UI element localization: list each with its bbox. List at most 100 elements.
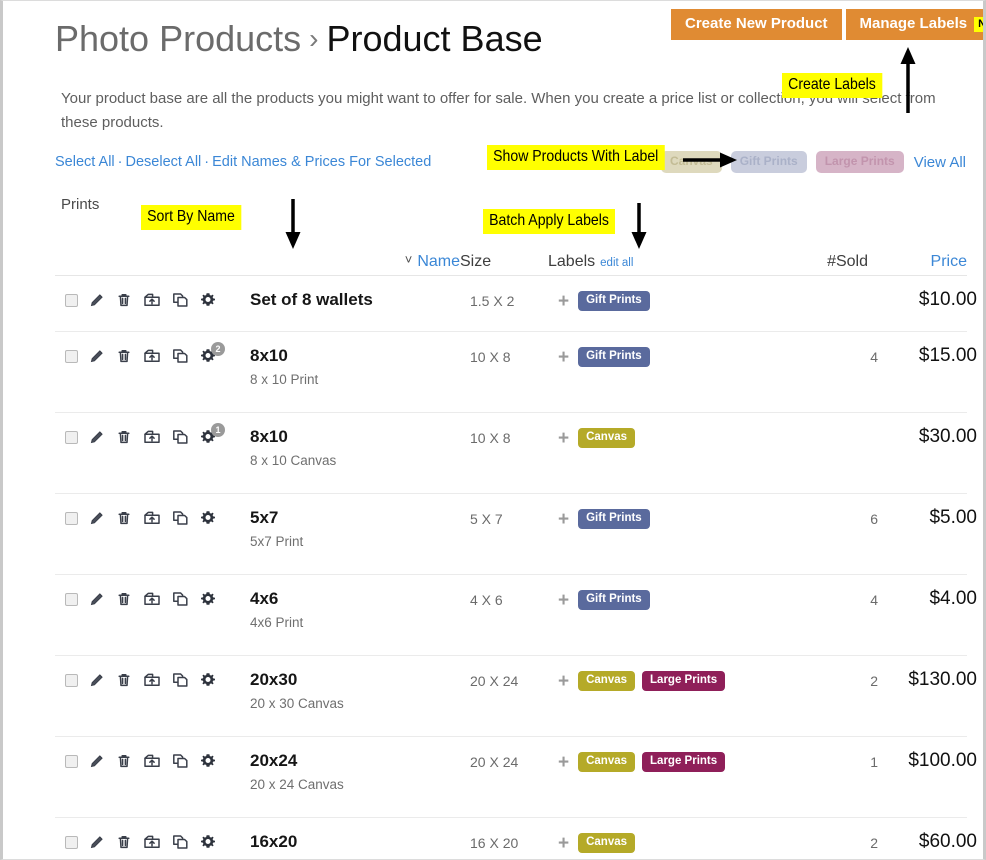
- deselect-all-link[interactable]: Deselect All: [126, 154, 202, 170]
- upload-image-icon[interactable]: [143, 672, 161, 688]
- link-separator-1: ·: [117, 154, 123, 170]
- edit-pencil-icon[interactable]: [89, 292, 105, 308]
- edit-pencil-icon[interactable]: [89, 429, 105, 445]
- upload-image-icon[interactable]: [143, 348, 161, 364]
- row-checkbox[interactable]: [65, 754, 78, 768]
- add-label-icon[interactable]: +: [558, 429, 569, 448]
- filter-chip-large-prints[interactable]: Large Prints: [815, 151, 904, 173]
- settings-gear-icon[interactable]: [200, 834, 216, 850]
- settings-gear-icon[interactable]: [200, 672, 216, 688]
- column-header-name-label: Name: [417, 253, 460, 270]
- create-new-product-button[interactable]: Create New Product: [671, 9, 842, 40]
- label-chip[interactable]: Canvas: [578, 752, 636, 772]
- product-name: 20x24: [250, 751, 298, 770]
- settings-gear-icon[interactable]: 1: [200, 423, 225, 445]
- delete-trash-icon[interactable]: [116, 753, 132, 769]
- row-actions: [55, 670, 250, 688]
- duplicate-copy-icon[interactable]: [172, 591, 189, 607]
- row-checkbox[interactable]: [65, 673, 78, 687]
- row-checkbox[interactable]: [65, 592, 78, 606]
- delete-trash-icon[interactable]: [116, 348, 132, 364]
- row-checkbox[interactable]: [65, 511, 78, 525]
- edit-names-prices-link[interactable]: Edit Names & Prices For Selected: [212, 154, 431, 170]
- column-header-price[interactable]: Price: [868, 253, 967, 271]
- label-chip[interactable]: Gift Prints: [578, 590, 650, 610]
- product-labels-cell: + Canvas: [558, 832, 768, 853]
- label-chip[interactable]: Large Prints: [642, 752, 726, 772]
- product-sold-count: 1: [870, 754, 878, 770]
- duplicate-copy-icon[interactable]: [172, 510, 189, 526]
- duplicate-copy-icon[interactable]: [172, 348, 189, 364]
- column-header-name[interactable]: ˅ Name: [240, 252, 460, 271]
- upload-image-icon[interactable]: [143, 429, 161, 445]
- product-labels-cell: + Gift Prints: [558, 290, 768, 311]
- product-name-cell: 16x2016 x 20 Canvas: [250, 832, 470, 859]
- upload-image-icon[interactable]: [143, 292, 161, 308]
- upload-image-icon[interactable]: [143, 591, 161, 607]
- settings-gear-icon[interactable]: 2: [200, 342, 225, 364]
- row-actions: [55, 751, 250, 769]
- delete-trash-icon[interactable]: [116, 672, 132, 688]
- edit-pencil-icon[interactable]: [89, 753, 105, 769]
- duplicate-copy-icon[interactable]: [172, 672, 189, 688]
- upload-image-icon[interactable]: [143, 834, 161, 850]
- label-chip[interactable]: Gift Prints: [578, 509, 650, 529]
- edit-pencil-icon[interactable]: [89, 510, 105, 526]
- annotation-batch-apply-labels: Batch Apply Labels: [483, 209, 616, 234]
- settings-gear-icon[interactable]: [200, 591, 216, 607]
- settings-gear-icon[interactable]: [200, 510, 216, 526]
- delete-trash-icon[interactable]: [116, 429, 132, 445]
- row-checkbox[interactable]: [65, 349, 78, 363]
- product-price: $5.00: [929, 507, 977, 528]
- label-chip[interactable]: Canvas: [578, 428, 636, 448]
- edit-pencil-icon[interactable]: [89, 591, 105, 607]
- settings-gear-icon[interactable]: [200, 292, 216, 308]
- duplicate-copy-icon[interactable]: [172, 753, 189, 769]
- duplicate-copy-icon[interactable]: [172, 429, 189, 445]
- filter-chip-gift-prints[interactable]: Gift Prints: [730, 151, 807, 173]
- add-label-icon[interactable]: +: [558, 510, 569, 529]
- breadcrumb-parent[interactable]: Photo Products: [55, 18, 301, 59]
- label-chip[interactable]: Gift Prints: [578, 347, 650, 367]
- duplicate-copy-icon[interactable]: [172, 292, 189, 308]
- table-header-row: ˅ Name Size Labels edit all #Sold Price: [55, 229, 967, 276]
- settings-gear-icon[interactable]: [200, 753, 216, 769]
- product-size: 10 X 8: [470, 430, 511, 446]
- product-name: 5x7: [250, 508, 279, 527]
- upload-image-icon[interactable]: [143, 753, 161, 769]
- duplicate-copy-icon[interactable]: [172, 834, 189, 850]
- manage-labels-button[interactable]: Manage Labels NEW: [845, 9, 983, 40]
- add-label-icon[interactable]: +: [558, 348, 569, 367]
- row-checkbox[interactable]: [65, 430, 78, 444]
- label-chip[interactable]: Canvas: [578, 833, 636, 853]
- label-chip[interactable]: Large Prints: [642, 671, 726, 691]
- edit-pencil-icon[interactable]: [89, 348, 105, 364]
- add-label-icon[interactable]: +: [558, 753, 569, 772]
- product-description: 8 x 10 Print: [250, 372, 319, 387]
- product-price: $100.00: [908, 750, 977, 771]
- bulk-action-links: Select All · Deselect All · Edit Names & Pri…: [55, 154, 431, 170]
- row-checkbox[interactable]: [65, 835, 78, 849]
- add-label-icon[interactable]: +: [558, 834, 569, 853]
- delete-trash-icon[interactable]: [116, 292, 132, 308]
- label-chip[interactable]: Canvas: [578, 671, 636, 691]
- product-name-cell: 8x10 8 x 10 Print: [250, 346, 470, 388]
- view-all-link[interactable]: View All: [914, 154, 966, 171]
- edit-pencil-icon[interactable]: [89, 834, 105, 850]
- delete-trash-icon[interactable]: [116, 834, 132, 850]
- upload-image-icon[interactable]: [143, 510, 161, 526]
- delete-trash-icon[interactable]: [116, 510, 132, 526]
- add-label-icon[interactable]: +: [558, 591, 569, 610]
- product-sold-count: [768, 290, 878, 293]
- product-size: 16 X 20: [470, 835, 519, 851]
- delete-trash-icon[interactable]: [116, 591, 132, 607]
- label-chip[interactable]: Gift Prints: [578, 291, 650, 311]
- edit-pencil-icon[interactable]: [89, 672, 105, 688]
- labels-edit-all-link[interactable]: edit all: [600, 257, 633, 269]
- add-label-icon[interactable]: +: [558, 672, 569, 691]
- add-label-icon[interactable]: +: [558, 292, 569, 311]
- gear-count-badge: 1: [211, 423, 225, 437]
- row-checkbox[interactable]: [65, 293, 78, 307]
- select-all-link[interactable]: Select All: [55, 154, 115, 170]
- product-price: $30.00: [918, 426, 977, 447]
